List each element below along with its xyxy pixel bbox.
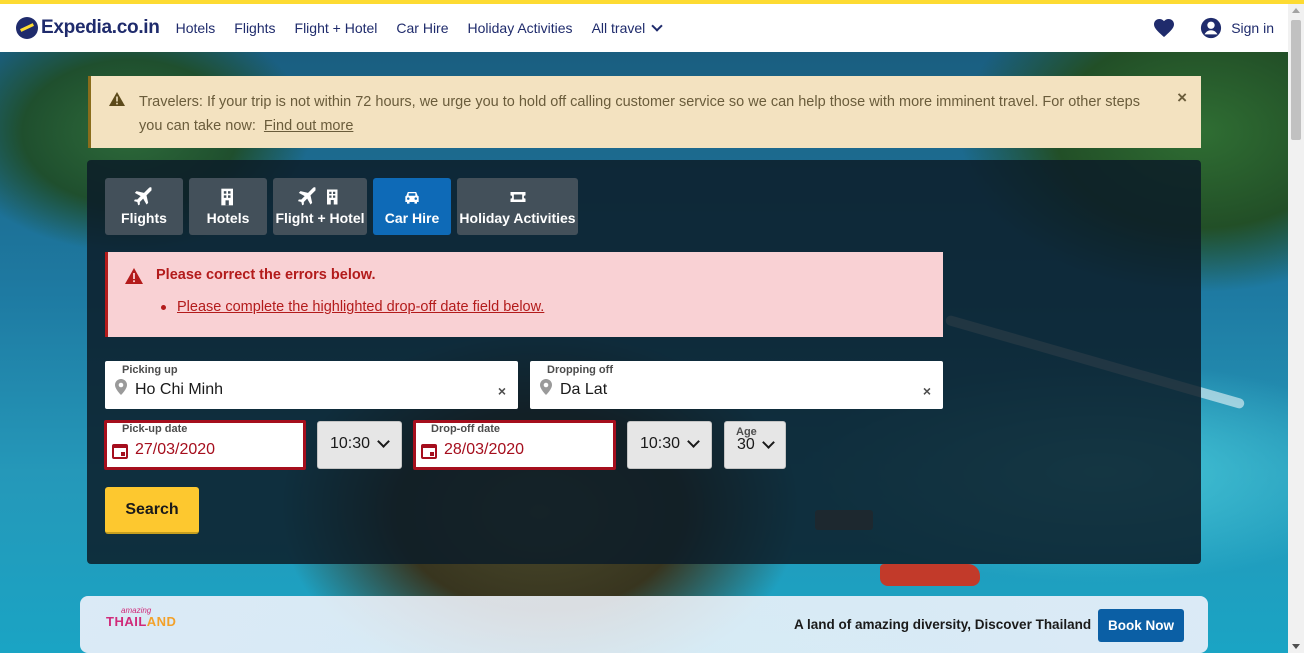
nav-flights[interactable]: Flights [234,20,275,36]
chevron-down-icon [651,19,663,32]
search-button[interactable]: Search [105,487,199,534]
clear-icon[interactable]: × [923,383,931,399]
dropping-off-input[interactable]: Da Lat [560,381,607,399]
error-list-item: Please complete the highlighted drop-off… [161,299,544,315]
error-title: Please correct the errors below. [156,267,376,283]
find-out-more-link[interactable]: Find out more [264,118,353,134]
alert-message: Travelers: If your trip is not within 72… [139,90,1149,138]
pickup-time-select[interactable]: 10:30 [317,421,402,469]
search-tabs: Flights Hotels Flight + Hotel Car Hire H… [105,178,584,235]
logo-part-a: THAIL [106,614,147,629]
picking-up-input[interactable]: Ho Chi Minh [135,381,223,399]
calendar-icon [421,444,437,459]
age-select[interactable]: Age 30 [724,421,786,469]
red-boat-image [880,564,980,586]
tab-flight-hotel[interactable]: Flight + Hotel [273,178,367,235]
clear-icon[interactable]: × [498,383,506,399]
sign-in-link[interactable]: Sign in [1231,20,1274,36]
dropoff-date-field[interactable]: Drop-off date 28/03/2020 [413,420,616,470]
error-summary: Please correct the errors below. Please … [105,252,943,337]
ticket-icon [510,192,525,202]
thailand-promo-banner: amazing THAILAND A land of amazing diver… [80,596,1208,653]
tab-label: Flight + Hotel [275,210,365,226]
expedia-logo[interactable]: Expedia.co.in [16,17,160,39]
close-icon[interactable]: × [1177,88,1187,108]
tab-label: Flights [121,210,167,226]
pickup-time-value: 10:30 [330,435,371,452]
bullet-dot [161,304,166,310]
picking-up-field[interactable]: Picking up Ho Chi Minh × [105,361,518,409]
promo-text: A land of amazing diversity, Discover Th… [794,617,1092,632]
nav-flight-hotel[interactable]: Flight + Hotel [295,20,378,36]
tab-hotels[interactable]: Hotels [189,178,267,235]
chevron-down-icon [377,435,390,448]
scroll-up-arrow-icon[interactable] [1292,8,1300,13]
tab-label: Hotels [206,210,250,226]
nav-hotels[interactable]: Hotels [176,20,216,36]
book-now-button[interactable]: Book Now [1098,609,1184,642]
site-header: Expedia.co.in Hotels Flights Flight + Ho… [0,4,1288,52]
pickup-date-label: Pick-up date [122,423,188,435]
building-icon [221,188,233,206]
account-icon[interactable] [1200,17,1222,39]
dropoff-time-select[interactable]: 10:30 [627,421,712,469]
header-actions: Sign in [1152,16,1274,40]
amazing-thailand-logo: THAILAND [106,614,176,629]
logo-part-b: AND [146,614,177,629]
building-icon [327,189,338,205]
tab-label: Holiday Activities [459,210,576,226]
dropoff-date-input[interactable]: 28/03/2020 [444,441,524,459]
tab-label: Car Hire [384,210,440,226]
car-icon [405,192,419,204]
age-value: 30 [737,436,755,453]
dropoff-date-error-link[interactable]: Please complete the highlighted drop-off… [177,299,544,315]
scroll-thumb[interactable] [1291,20,1301,140]
error-warning-icon [125,268,143,284]
dropping-off-label: Dropping off [547,364,613,376]
dropoff-date-label: Drop-off date [431,423,501,435]
dropping-off-field[interactable]: Dropping off Da Lat × [530,361,943,409]
scroll-down-arrow-icon[interactable] [1292,644,1300,649]
logo-text: Expedia.co.in [41,17,160,38]
search-panel: Flights Hotels Flight + Hotel Car Hire H… [87,160,1201,564]
main-nav: Hotels Flights Flight + Hotel Car Hire H… [176,20,592,36]
nav-holiday-activities[interactable]: Holiday Activities [468,20,573,36]
travel-advisory-alert: Travelers: If your trip is not within 72… [88,76,1201,148]
all-travel-menu[interactable]: All travel [591,19,663,36]
pickup-date-input[interactable]: 27/03/2020 [135,441,215,459]
logo-globe-icon [16,17,38,39]
page-scrollbar[interactable] [1288,4,1304,653]
calendar-icon [112,444,128,459]
nav-car-hire[interactable]: Car Hire [396,20,448,36]
chevron-down-icon [762,436,775,449]
tab-car-hire[interactable]: Car Hire [373,178,451,235]
chevron-down-icon [687,435,700,448]
tab-holiday-activities[interactable]: Holiday Activities [457,178,578,235]
plane-building-icon [295,187,345,210]
plane-icon [298,187,316,206]
picking-up-label: Picking up [122,364,178,376]
warning-icon [109,92,125,106]
heart-icon[interactable] [1152,16,1176,40]
plane-icon [134,187,152,206]
tab-flights[interactable]: Flights [105,178,183,235]
location-pin-icon [540,379,552,395]
pickup-date-field[interactable]: Pick-up date 27/03/2020 [104,420,306,470]
all-travel-label: All travel [591,20,646,36]
location-pin-icon [115,379,127,395]
dropoff-time-value: 10:30 [640,435,681,452]
